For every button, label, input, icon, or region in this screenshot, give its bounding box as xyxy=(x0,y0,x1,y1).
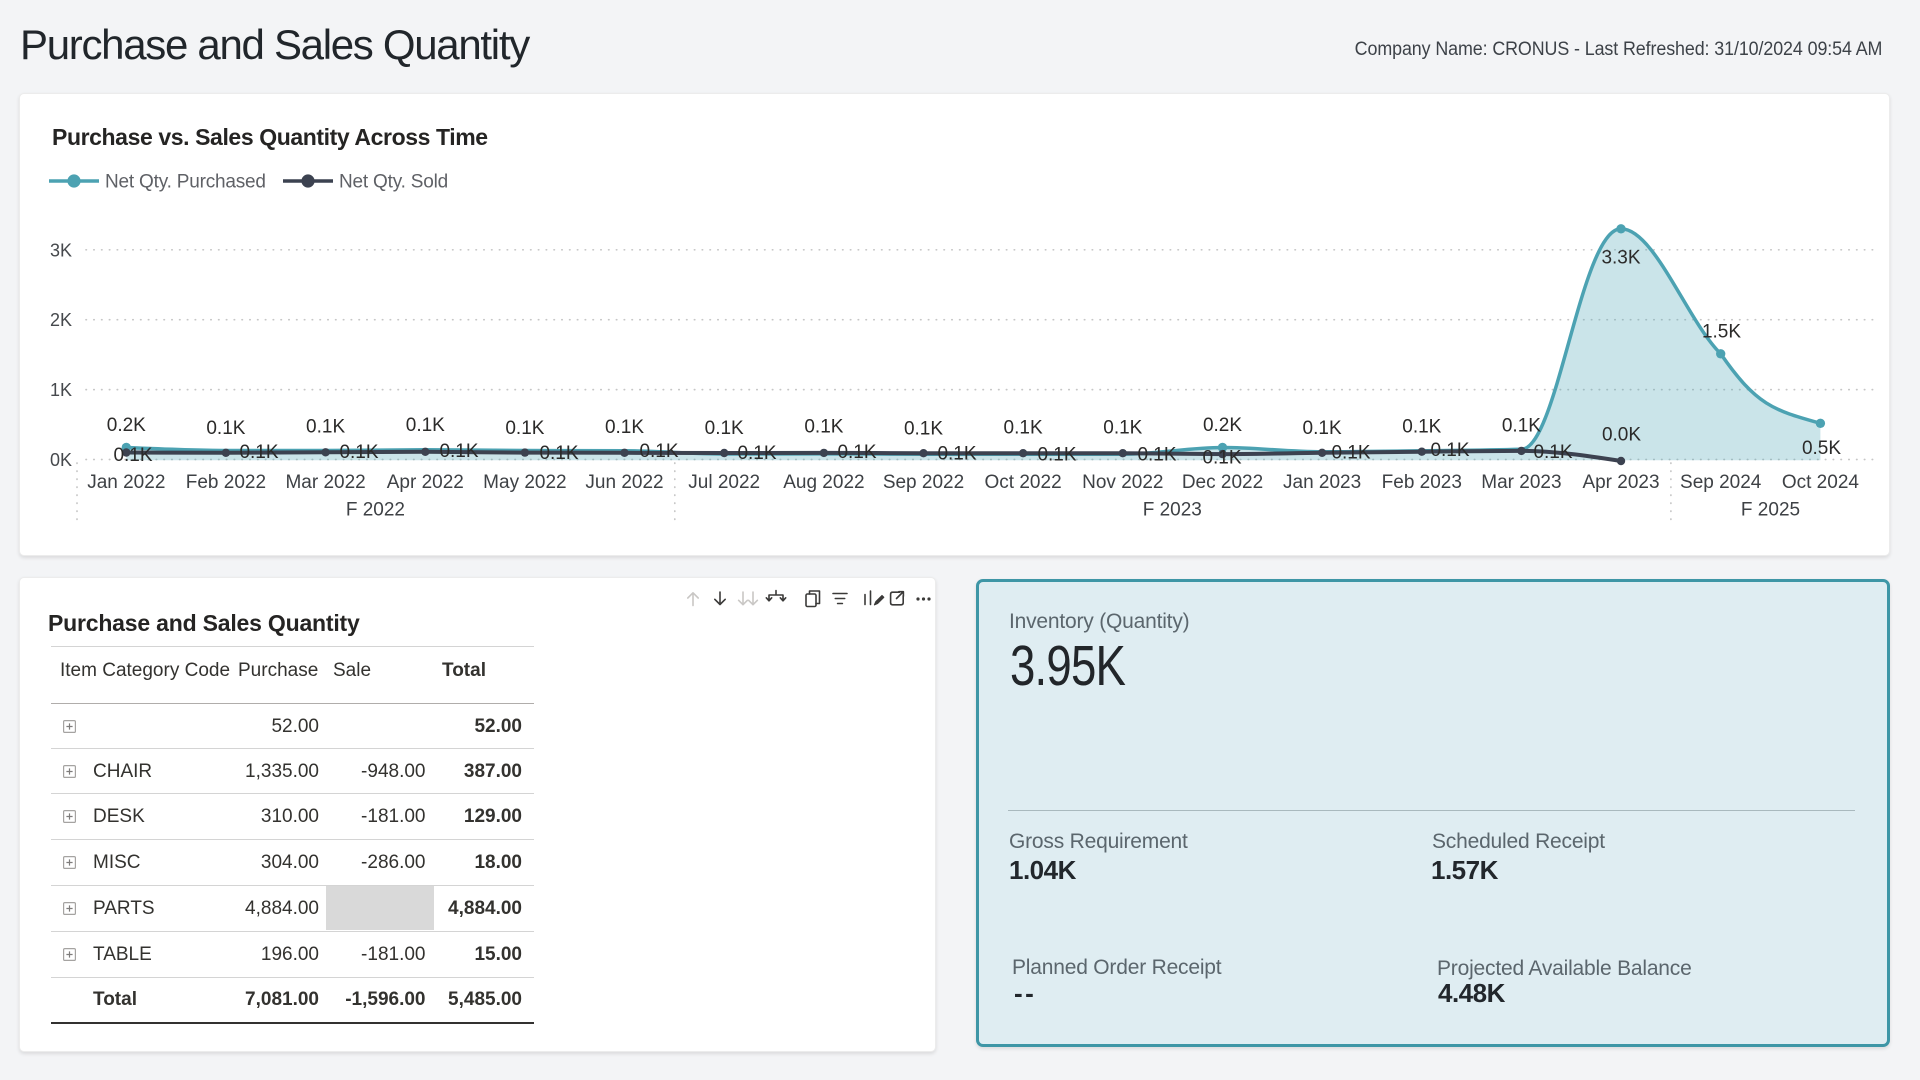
svg-text:0.1K: 0.1K xyxy=(1430,440,1469,461)
svg-text:Nov 2022: Nov 2022 xyxy=(1082,472,1163,493)
svg-text:0.0K: 0.0K xyxy=(1602,425,1641,446)
svg-text:Dec 2022: Dec 2022 xyxy=(1182,472,1263,493)
svg-text:Feb 2022: Feb 2022 xyxy=(186,472,266,493)
svg-text:0.1K: 0.1K xyxy=(539,443,578,464)
svg-text:Jan 2023: Jan 2023 xyxy=(1283,472,1361,493)
svg-text:0.1K: 0.1K xyxy=(339,442,378,463)
svg-text:0.1K: 0.1K xyxy=(1331,443,1370,464)
svg-text:0.1K: 0.1K xyxy=(439,441,478,462)
svg-text:0.1K: 0.1K xyxy=(1402,417,1441,438)
svg-text:0.1K: 0.1K xyxy=(1037,445,1076,466)
svg-text:F 2025: F 2025 xyxy=(1741,500,1800,521)
svg-text:0K: 0K xyxy=(50,450,72,470)
svg-text:Sep 2024: Sep 2024 xyxy=(1680,472,1762,493)
svg-text:May 2022: May 2022 xyxy=(483,472,566,493)
svg-text:0.1K: 0.1K xyxy=(306,417,345,438)
svg-text:0.2K: 0.2K xyxy=(107,415,146,436)
svg-text:0.1K: 0.1K xyxy=(1137,445,1176,466)
svg-text:0.1K: 0.1K xyxy=(113,445,152,466)
svg-text:0.1K: 0.1K xyxy=(1004,418,1043,439)
svg-text:0.1K: 0.1K xyxy=(1303,418,1342,439)
svg-text:0.1K: 0.1K xyxy=(605,417,644,438)
svg-text:Feb 2023: Feb 2023 xyxy=(1382,472,1462,493)
svg-text:1K: 1K xyxy=(50,380,72,400)
svg-text:0.1K: 0.1K xyxy=(505,418,544,439)
svg-text:1.5K: 1.5K xyxy=(1702,322,1741,343)
svg-text:0.1K: 0.1K xyxy=(705,418,744,439)
svg-text:F 2023: F 2023 xyxy=(1143,500,1202,521)
svg-text:3.3K: 3.3K xyxy=(1601,248,1640,269)
svg-text:0.1K: 0.1K xyxy=(937,444,976,465)
svg-text:0.1K: 0.1K xyxy=(1533,442,1572,463)
svg-text:Apr 2022: Apr 2022 xyxy=(387,472,464,493)
svg-text:F 2022: F 2022 xyxy=(346,500,405,521)
svg-text:0.1K: 0.1K xyxy=(904,419,943,440)
svg-text:0.1K: 0.1K xyxy=(406,415,445,436)
svg-text:Mar 2022: Mar 2022 xyxy=(285,472,365,493)
svg-text:Jun 2022: Jun 2022 xyxy=(585,472,663,493)
svg-text:Jul 2022: Jul 2022 xyxy=(688,472,760,493)
svg-text:0.1K: 0.1K xyxy=(837,442,876,463)
svg-text:0.2K: 0.2K xyxy=(1203,415,1242,436)
svg-text:0.1K: 0.1K xyxy=(804,417,843,438)
svg-text:Oct 2022: Oct 2022 xyxy=(985,472,1062,493)
svg-text:Apr 2023: Apr 2023 xyxy=(1582,472,1659,493)
svg-text:0.1K: 0.1K xyxy=(1103,418,1142,439)
svg-text:0.1K: 0.1K xyxy=(239,442,278,463)
svg-text:Mar 2023: Mar 2023 xyxy=(1481,472,1561,493)
svg-text:2K: 2K xyxy=(50,310,72,330)
svg-text:0.1K: 0.1K xyxy=(1502,416,1541,437)
svg-text:0.1K: 0.1K xyxy=(639,441,678,462)
svg-text:Oct 2024: Oct 2024 xyxy=(1782,472,1860,493)
svg-text:Jan 2022: Jan 2022 xyxy=(87,472,165,493)
svg-text:Aug 2022: Aug 2022 xyxy=(783,472,864,493)
svg-text:0.1K: 0.1K xyxy=(206,418,245,439)
svg-text:3K: 3K xyxy=(50,240,72,260)
svg-text:0.1K: 0.1K xyxy=(737,443,776,464)
svg-text:0.5K: 0.5K xyxy=(1802,438,1841,459)
svg-text:0.1K: 0.1K xyxy=(1202,448,1241,469)
svg-text:Sep 2022: Sep 2022 xyxy=(883,472,964,493)
